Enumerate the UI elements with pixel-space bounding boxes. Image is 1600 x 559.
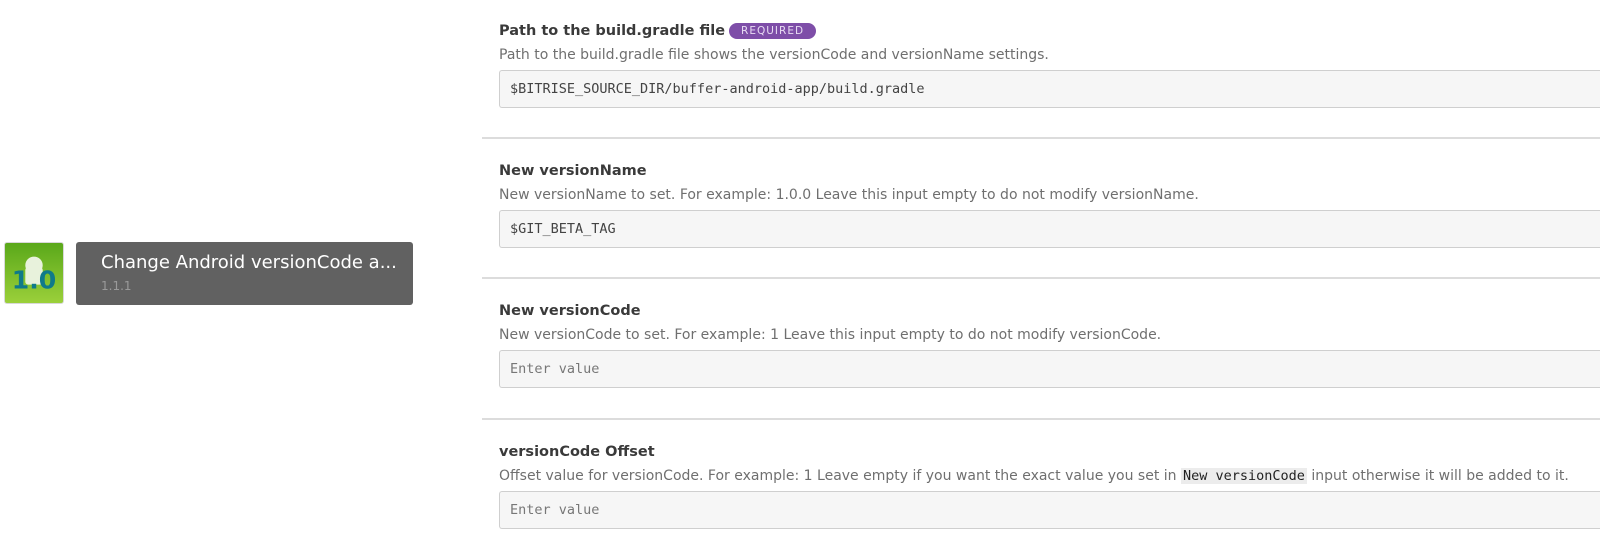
input-new-version-code: New versionCode New versionCode to set. … xyxy=(499,300,1600,388)
input-description: New versionName to set. For example: 1.0… xyxy=(499,187,1199,203)
version-code-field[interactable]: Enter value xyxy=(499,350,1600,388)
android-version-icon: 1.0 xyxy=(4,242,64,304)
version-code-offset-field[interactable]: Enter value xyxy=(499,491,1600,529)
input-build-gradle-path: Path to the build.gradle file REQUIRED Pa… xyxy=(499,20,1600,108)
input-description: New versionCode to set. For example: 1 L… xyxy=(499,327,1162,343)
description-text: input otherwise it will be added to it. xyxy=(1311,468,1569,484)
input-new-version-name: New versionName New versionName to set. … xyxy=(499,160,1600,248)
input-version-code-offset: versionCode Offset Offset value for vers… xyxy=(499,441,1600,529)
divider xyxy=(482,277,1600,279)
build-gradle-path-field[interactable]: $BITRISE_SOURCE_DIR/buffer-android-app/b… xyxy=(499,70,1600,108)
divider xyxy=(482,137,1600,139)
step-version: 1.1.1 xyxy=(101,279,132,293)
step-title: Change Android versionCode a... xyxy=(101,252,397,273)
input-label: versionCode Offset xyxy=(499,444,655,460)
divider xyxy=(482,418,1600,420)
step-card[interactable]: Change Android versionCode a... 1.1.1 xyxy=(76,242,413,305)
version-name-field[interactable]: $GIT_BETA_TAG xyxy=(499,210,1600,248)
svg-text:1.0: 1.0 xyxy=(12,265,57,294)
input-description: Offset value for versionCode. For exampl… xyxy=(499,468,1600,484)
input-label: New versionCode xyxy=(499,303,641,319)
description-text: Offset value for versionCode. For exampl… xyxy=(499,468,1177,484)
required-badge: REQUIRED xyxy=(729,23,817,39)
input-label: Path to the build.gradle file xyxy=(499,23,726,39)
code-snippet: New versionCode xyxy=(1181,468,1307,484)
input-description: Path to the build.gradle file shows the … xyxy=(499,47,1049,63)
input-label: New versionName xyxy=(499,163,647,179)
